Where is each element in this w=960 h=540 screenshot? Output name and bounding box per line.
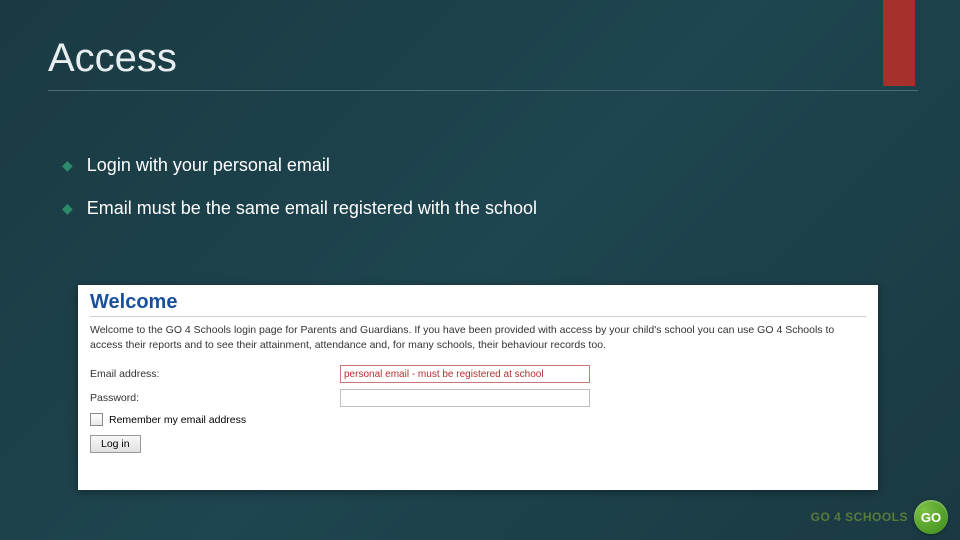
bullet-item: ◆ Login with your personal email: [62, 155, 537, 176]
diamond-icon: ◆: [62, 200, 73, 217]
login-panel: Welcome Welcome to the GO 4 Schools logi…: [78, 285, 878, 490]
remember-checkbox[interactable]: [90, 413, 103, 426]
divider: [90, 316, 866, 317]
password-field[interactable]: [340, 389, 590, 407]
email-field[interactable]: [340, 365, 590, 383]
password-row: Password:: [90, 389, 866, 407]
remember-label: Remember my email address: [109, 414, 246, 426]
email-row: Email address:: [90, 365, 866, 383]
remember-row: Remember my email address: [90, 413, 866, 426]
diamond-icon: ◆: [62, 157, 73, 174]
welcome-heading: Welcome: [90, 291, 866, 314]
email-label: Email address:: [90, 368, 340, 380]
password-label: Password:: [90, 392, 340, 404]
accent-bar: [883, 0, 915, 86]
go-badge-icon: GO: [914, 500, 948, 534]
slide-title: Access: [48, 36, 177, 81]
bullet-list: ◆ Login with your personal email ◆ Email…: [62, 155, 537, 241]
brand-name: GO 4 SCHOOLS: [811, 510, 908, 524]
bullet-item: ◆ Email must be the same email registere…: [62, 198, 537, 219]
bullet-text: Email must be the same email registered …: [87, 198, 537, 219]
title-underline: [48, 90, 918, 91]
login-button[interactable]: Log in: [90, 435, 141, 453]
brand-logo: GO 4 SCHOOLS GO: [811, 500, 948, 534]
welcome-intro: Welcome to the GO 4 Schools login page f…: [90, 323, 866, 353]
bullet-text: Login with your personal email: [87, 155, 330, 176]
